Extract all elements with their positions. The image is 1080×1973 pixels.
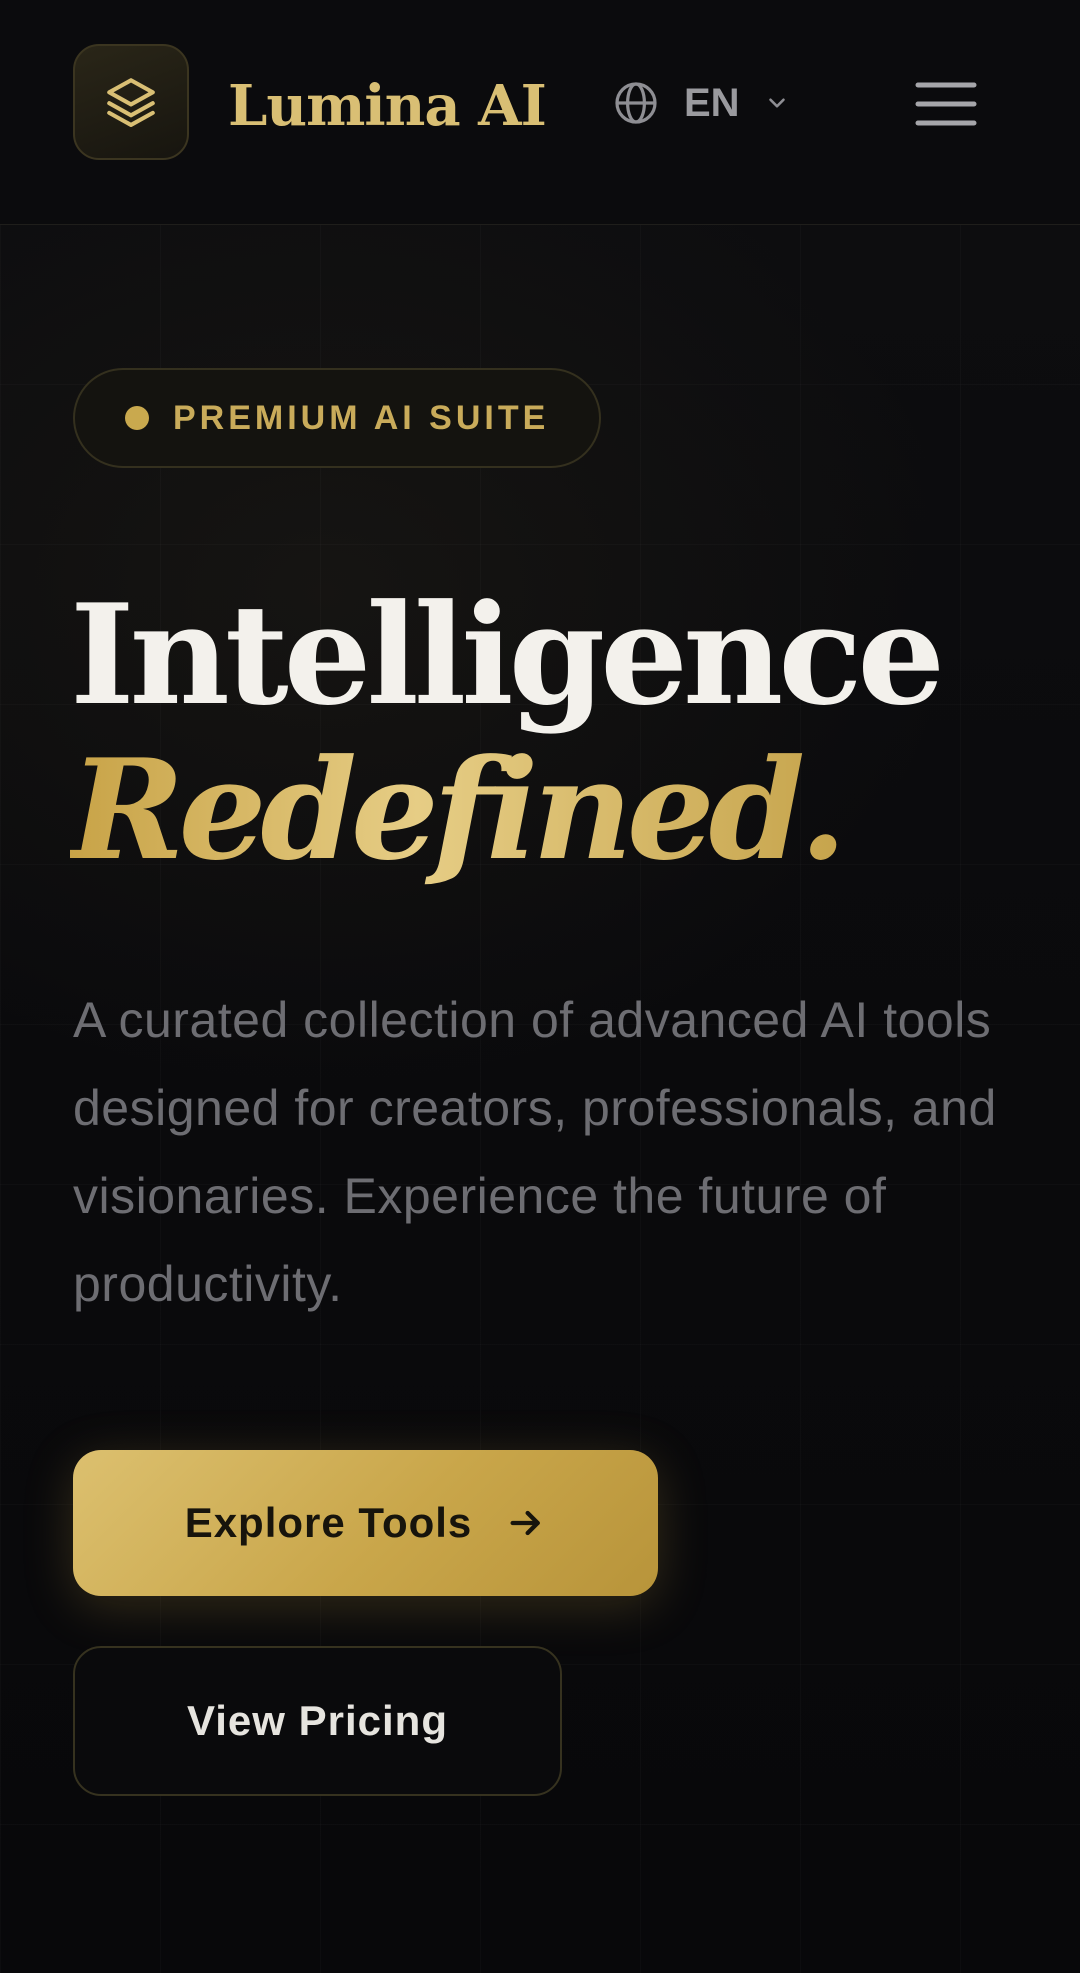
landing-page: Lumina AI EN PREMIUM AI SUITE Intelligen… bbox=[0, 0, 1080, 1973]
explore-tools-button[interactable]: Explore Tools bbox=[73, 1450, 658, 1596]
logo[interactable] bbox=[73, 44, 189, 160]
layers-icon bbox=[107, 78, 155, 128]
hamburger-menu-icon bbox=[915, 82, 977, 126]
language-code: EN bbox=[684, 80, 740, 125]
brand-name[interactable]: Lumina AI bbox=[228, 66, 547, 146]
chevron-down-icon bbox=[768, 98, 785, 108]
view-pricing-label: View Pricing bbox=[187, 1697, 448, 1744]
language-selector[interactable]: EN bbox=[612, 78, 790, 128]
headline-line-1: Intelligence bbox=[70, 573, 945, 736]
menu-button[interactable] bbox=[914, 76, 978, 132]
headline-line-2: Redefined. bbox=[70, 728, 847, 891]
badge-dot bbox=[125, 406, 149, 430]
view-pricing-button[interactable]: View Pricing bbox=[73, 1646, 562, 1796]
premium-badge: PREMIUM AI SUITE bbox=[73, 368, 602, 468]
explore-tools-label: Explore Tools bbox=[184, 1499, 473, 1546]
globe-icon bbox=[615, 82, 657, 124]
hero-description: A curated collection of advanced AI tool… bbox=[73, 992, 997, 1312]
badge-label: PREMIUM AI SUITE bbox=[173, 398, 550, 437]
top-navigation-bar: Lumina AI EN bbox=[0, 0, 1080, 225]
arrow-right-icon bbox=[510, 1510, 541, 1536]
